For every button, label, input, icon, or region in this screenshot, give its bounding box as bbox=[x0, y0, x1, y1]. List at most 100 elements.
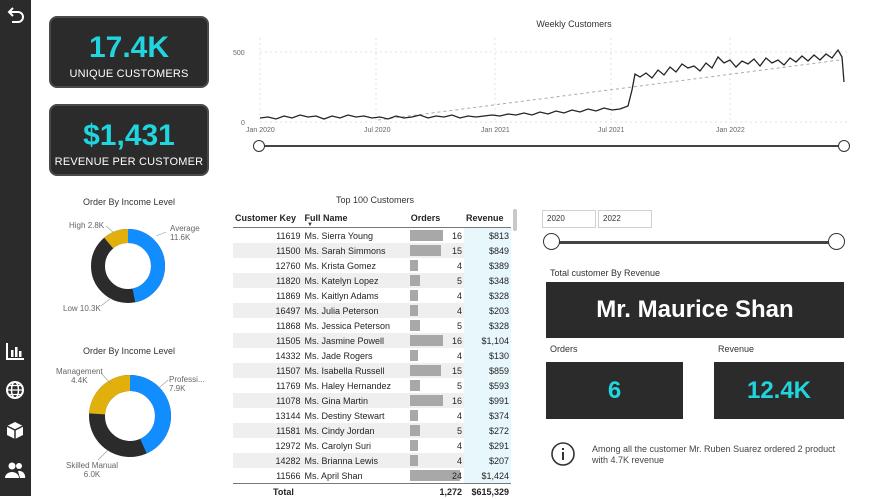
col-revenue[interactable]: Revenue bbox=[464, 209, 511, 228]
table-row[interactable]: 11868Ms. Jessica Peterson5$328 bbox=[233, 318, 511, 333]
top-customer-title: Total customer By Revenue bbox=[550, 268, 660, 278]
orders-bar bbox=[410, 260, 418, 271]
col-orders[interactable]: Orders bbox=[409, 209, 464, 228]
total-label: Total bbox=[233, 484, 303, 499]
cell-full-name: Ms. Carolyn Suri bbox=[303, 438, 409, 453]
cell-revenue: $272 bbox=[464, 423, 511, 438]
top-customer-name: Mr. Maurice Shan bbox=[546, 282, 844, 338]
box-icon[interactable] bbox=[4, 419, 26, 441]
cell-orders: 16 bbox=[409, 228, 464, 244]
unique-customers-value: 17.4K bbox=[51, 32, 207, 64]
orders-bar bbox=[410, 320, 420, 331]
weekly-customers-chart[interactable]: 500 0 Jan 2020 Jul 2020 Jan 2021 Jul 202… bbox=[228, 30, 850, 158]
cell-revenue: $813 bbox=[464, 228, 511, 244]
cell-customer-key: 13144 bbox=[233, 408, 303, 423]
cell-orders: 16 bbox=[409, 333, 464, 348]
revenue-value: 12.4K bbox=[714, 362, 844, 419]
table-row[interactable]: 11820Ms. Katelyn Lopez5$348 bbox=[233, 273, 511, 288]
donut1-title: Order By Income Level bbox=[56, 197, 202, 207]
y-tick-500: 500 bbox=[233, 50, 245, 57]
cell-customer-key: 14332 bbox=[233, 348, 303, 363]
start-date-input[interactable]: 2020 bbox=[542, 210, 596, 228]
cell-customer-key: 11078 bbox=[233, 393, 303, 408]
cell-revenue: $1,424 bbox=[464, 468, 511, 484]
col-full-name[interactable]: Full Name bbox=[303, 209, 409, 228]
donut2-label-skilled-manual: Skilled Manual6.0K bbox=[66, 461, 118, 479]
cell-full-name: Ms. Brianna Lewis bbox=[303, 453, 409, 468]
table-scrollbar[interactable] bbox=[513, 209, 517, 231]
cell-full-name: Ms. April Shan bbox=[303, 468, 409, 484]
table-row[interactable]: 11507Ms. Isabella Russell15$859 bbox=[233, 363, 511, 378]
cell-revenue: $389 bbox=[464, 258, 511, 273]
table-row[interactable]: 11619Ms. Sierra Young16$813 bbox=[233, 228, 511, 244]
cell-customer-key: 11581 bbox=[233, 423, 303, 438]
cell-full-name: Ms. Gina Martin bbox=[303, 393, 409, 408]
donut2-label-professional: Professi...7.9K bbox=[169, 375, 205, 393]
cell-revenue: $207 bbox=[464, 453, 511, 468]
orders-bar bbox=[410, 290, 418, 301]
info-text: Among all the customer Mr. Ruben Suarez … bbox=[592, 444, 852, 466]
cell-customer-key: 11505 bbox=[233, 333, 303, 348]
weekly-series-line bbox=[260, 50, 844, 119]
date-slider-handle-start[interactable] bbox=[543, 233, 560, 250]
table-row[interactable]: 11505Ms. Jasmine Powell16$1,104 bbox=[233, 333, 511, 348]
cell-customer-key: 11507 bbox=[233, 363, 303, 378]
bar-chart-icon[interactable] bbox=[4, 340, 26, 362]
cell-customer-key: 11566 bbox=[233, 468, 303, 484]
donut1-label-low: Low 10.3K bbox=[63, 304, 101, 313]
chart-range-slider-handle-end[interactable] bbox=[838, 140, 850, 152]
people-icon[interactable] bbox=[4, 459, 26, 481]
cell-revenue: $291 bbox=[464, 438, 511, 453]
revenue-per-customer-value: $1,431 bbox=[51, 120, 207, 152]
table-row[interactable]: 16497Ms. Julia Peterson4$203 bbox=[233, 303, 511, 318]
cell-orders: 4 bbox=[409, 288, 464, 303]
y-tick-0: 0 bbox=[241, 120, 245, 127]
table-row[interactable]: 11869Ms. Kaitlyn Adams4$328 bbox=[233, 288, 511, 303]
cell-full-name: Ms. Katelyn Lopez bbox=[303, 273, 409, 288]
total-orders: 1,272 bbox=[409, 484, 464, 499]
back-arrow-icon[interactable] bbox=[4, 4, 26, 26]
cell-orders: 5 bbox=[409, 318, 464, 333]
revenue-per-customer-label: REVENUE PER CUSTOMER bbox=[51, 156, 207, 168]
table-row[interactable]: 11581Ms. Cindy Jordan5$272 bbox=[233, 423, 511, 438]
table-row[interactable]: 14282Ms. Brianna Lewis4$207 bbox=[233, 453, 511, 468]
donut1-label-average: Average11.6K bbox=[170, 224, 200, 242]
table-row[interactable]: 11566Ms. April Shan 24$1,424 bbox=[233, 468, 511, 484]
date-slider-track[interactable] bbox=[552, 241, 837, 244]
cell-full-name: Ms. Sierra Young bbox=[303, 228, 409, 244]
cell-full-name: Ms. Kaitlyn Adams bbox=[303, 288, 409, 303]
x-tick-jan-2022: Jan 2022 bbox=[716, 127, 745, 134]
table-row[interactable]: 12972Ms. Carolyn Suri4$291 bbox=[233, 438, 511, 453]
orders-bar bbox=[410, 425, 420, 436]
orders-value: 15 bbox=[452, 246, 462, 256]
globe-icon[interactable] bbox=[4, 379, 26, 401]
cell-full-name: Ms. Krista Gomez bbox=[303, 258, 409, 273]
orders-bar bbox=[410, 455, 418, 466]
cell-revenue: $991 bbox=[464, 393, 511, 408]
cell-customer-key: 14282 bbox=[233, 453, 303, 468]
cell-full-name: Ms. Julia Peterson bbox=[303, 303, 409, 318]
orders-bar bbox=[410, 275, 420, 286]
table-row[interactable]: 12760Ms. Krista Gomez4$389 bbox=[233, 258, 511, 273]
cell-full-name: Ms. Jade Rogers bbox=[303, 348, 409, 363]
table-row[interactable]: 14332Ms. Jade Rogers4$130 bbox=[233, 348, 511, 363]
cell-revenue: $1,104 bbox=[464, 333, 511, 348]
weekly-chart-title: Weekly Customers bbox=[420, 19, 728, 29]
orders-bar bbox=[410, 365, 441, 376]
table-row[interactable]: 11500Ms. Sarah Simmons15$849 bbox=[233, 243, 511, 258]
end-date-input[interactable]: 2022 bbox=[598, 210, 652, 228]
cell-revenue: $203 bbox=[464, 303, 511, 318]
cell-revenue: $328 bbox=[464, 318, 511, 333]
table-row[interactable]: 11769Ms. Haley Hernandez5$593 bbox=[233, 378, 511, 393]
orders-value: 24 bbox=[452, 471, 462, 481]
revenue-per-customer-card: $1,431 REVENUE PER CUSTOMER bbox=[49, 104, 209, 176]
col-customer-key[interactable]: Customer Key bbox=[233, 209, 303, 228]
chart-range-slider-track[interactable] bbox=[259, 145, 845, 147]
chart-range-slider-handle-start[interactable] bbox=[253, 140, 265, 152]
date-slider-handle-end[interactable] bbox=[828, 233, 845, 250]
cell-orders: 5 bbox=[409, 378, 464, 393]
x-tick-jul-2021: Jul 2021 bbox=[598, 127, 625, 134]
x-tick-jan-2021: Jan 2021 bbox=[481, 127, 510, 134]
table-row[interactable]: 11078Ms. Gina Martin16$991 bbox=[233, 393, 511, 408]
table-row[interactable]: 13144Ms. Destiny Stewart4$374 bbox=[233, 408, 511, 423]
